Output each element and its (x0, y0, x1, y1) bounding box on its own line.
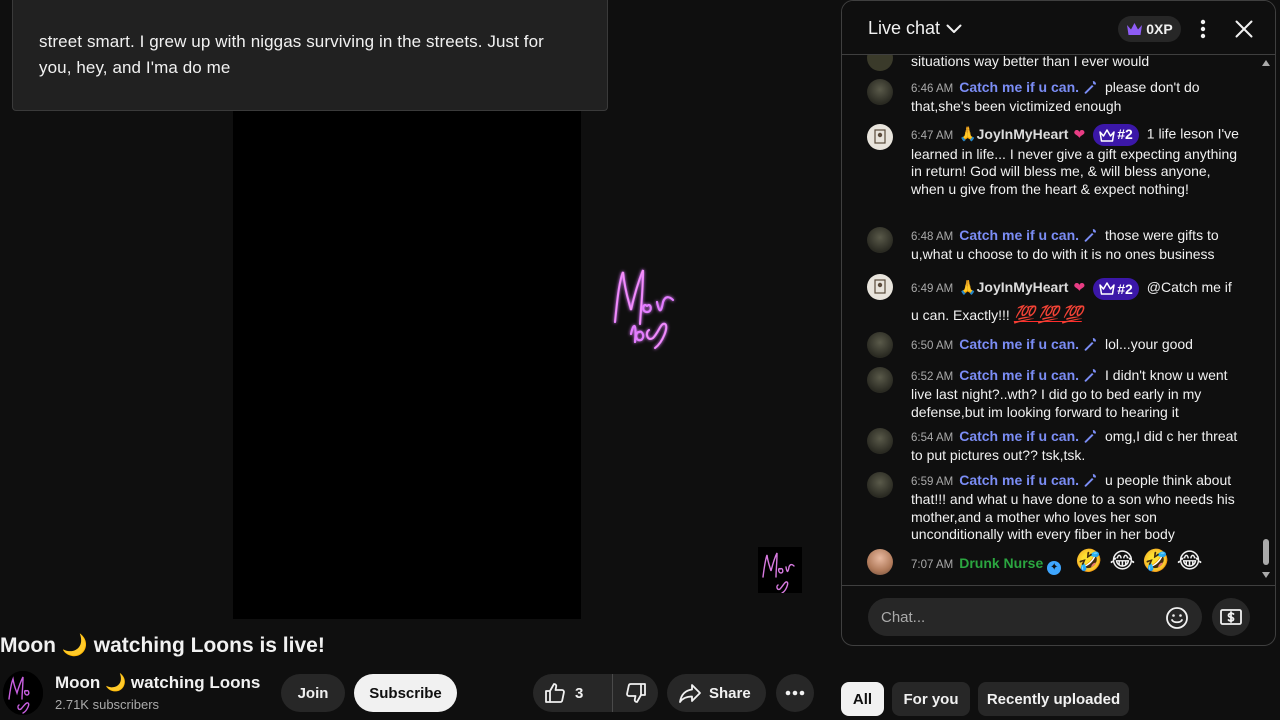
chat-avatar (867, 55, 893, 71)
crown-icon (1099, 128, 1115, 142)
chat-author[interactable]: JoyInMyHeart (977, 279, 1069, 295)
chat-avatar[interactable] (867, 367, 893, 393)
chat-timestamp: 6:52 AM (911, 371, 954, 383)
chat-message-text: situations way better than I ever would (911, 55, 1150, 69)
emoji-button[interactable] (1163, 604, 1191, 632)
moderator-wrench-icon (1084, 429, 1097, 443)
rank-badge: #2 (1093, 277, 1139, 300)
moderator-wrench-icon (1084, 473, 1097, 487)
caption-window: street smart. I grew up with niggas surv… (12, 0, 608, 111)
chat-mode-selector[interactable]: Live chat (868, 18, 962, 39)
chip-recently-uploaded[interactable]: Recently uploaded (978, 682, 1129, 716)
channel-avatar[interactable] (3, 671, 43, 715)
chat-avatar[interactable] (867, 79, 893, 105)
channel-name[interactable]: Moon 🌙 watching Loons (55, 673, 260, 693)
chat-timestamp: 7:07 AM (911, 559, 954, 571)
moderator-wrench-icon (1084, 228, 1097, 242)
live-chat-panel: situations way better than I ever would … (841, 0, 1276, 646)
crown-icon (1099, 282, 1115, 295)
subscriber-count: 2.71K subscribers (55, 697, 160, 712)
more-horizontal-icon (785, 690, 805, 696)
moderator-wrench-icon (1084, 337, 1097, 351)
more-vertical-icon (1200, 19, 1206, 39)
thumbs-down-icon (625, 683, 646, 703)
subscribe-button[interactable]: Subscribe (354, 674, 457, 712)
like-count: 3 (575, 684, 584, 702)
video-title: Moon 🌙 watching Loons is live! (0, 634, 325, 657)
chat-author[interactable]: Drunk Nurse (959, 555, 1043, 571)
chat-author[interactable]: JoyInMyHeart (977, 126, 1069, 142)
chat-timestamp: 6:46 AM (911, 83, 954, 95)
chat-menu-button[interactable] (1192, 16, 1214, 42)
scroll-up-arrow-icon[interactable] (1261, 59, 1271, 67)
moon-logo-icon (613, 269, 675, 350)
chat-avatar[interactable] (867, 472, 893, 498)
chat-avatar[interactable] (867, 332, 893, 358)
chat-scrollbar[interactable] (1260, 55, 1272, 585)
chip-all[interactable]: All (841, 682, 884, 716)
rank-badge: #2 (1093, 124, 1139, 146)
smiley-face-icon (1166, 607, 1188, 629)
close-icon (1235, 20, 1253, 38)
chat-author[interactable]: Catch me if u can. (959, 79, 1079, 95)
chat-avatar[interactable] (867, 124, 893, 150)
super-chat-button[interactable] (1212, 598, 1250, 636)
channel-watermark-icon[interactable] (758, 547, 802, 593)
chevron-down-icon (946, 24, 962, 33)
share-button[interactable]: Share (667, 674, 766, 712)
praying-hands-icon: 🙏 (959, 125, 977, 142)
crown-icon (1127, 23, 1143, 35)
moderator-wrench-icon (1084, 368, 1097, 382)
like-button[interactable]: 3 (533, 674, 613, 712)
video-player[interactable]: street smart. I grew up with niggas surv… (0, 0, 828, 620)
member-badge-icon: ✦ (1047, 561, 1062, 575)
chat-input-area (842, 585, 1275, 645)
chat-timestamp: 6:47 AM (911, 129, 954, 142)
xp-badge[interactable]: 0XP (1118, 16, 1181, 42)
chat-timestamp: 6:50 AM (911, 340, 954, 352)
chat-message-text: lol...your good (1105, 336, 1193, 352)
chat-timestamp: 6:59 AM (911, 476, 954, 488)
dollar-card-icon (1220, 609, 1242, 625)
chat-author[interactable]: Catch me if u can. (959, 367, 1079, 383)
chat-timestamp: 6:54 AM (911, 432, 954, 444)
chat-author[interactable]: Catch me if u can. (959, 227, 1079, 243)
chat-author[interactable]: Catch me if u can. (959, 336, 1079, 352)
dislike-button[interactable] (613, 674, 658, 712)
chat-header: Live chat 0XP (842, 1, 1275, 55)
chat-avatar[interactable] (867, 549, 893, 575)
scrollbar-thumb[interactable] (1263, 539, 1269, 565)
more-actions-button[interactable] (776, 674, 814, 712)
praying-hands-icon: 🙏 (959, 279, 977, 295)
chat-avatar[interactable] (867, 428, 893, 454)
chat-timestamp: 6:49 AM (911, 283, 954, 295)
chat-author[interactable]: Catch me if u can. (959, 472, 1079, 488)
chat-timestamp: 6:48 AM (911, 231, 954, 243)
chat-avatar[interactable] (867, 274, 893, 300)
thumbs-up-icon (545, 683, 565, 703)
chat-avatar[interactable] (867, 227, 893, 253)
caption-text: street smart. I grew up with niggas surv… (39, 32, 544, 77)
chat-close-button[interactable] (1230, 15, 1258, 43)
xp-value: 0XP (1146, 21, 1173, 37)
chat-title: Live chat (868, 18, 941, 38)
heart-icon: ❤ (1073, 125, 1086, 142)
hundred-points-emoji: 💯 💯 💯 (1013, 305, 1083, 324)
chat-message-list[interactable]: situations way better than I ever would … (842, 55, 1275, 585)
chat-message-text: 🤣 😂 🤣 😂 (1075, 549, 1203, 574)
moderator-wrench-icon (1084, 80, 1097, 94)
like-dislike-group: 3 (533, 674, 658, 712)
chat-author[interactable]: Catch me if u can. (959, 428, 1079, 444)
chip-for-you[interactable]: For you (892, 682, 970, 716)
share-arrow-icon (679, 684, 701, 703)
chat-input[interactable] (868, 598, 1202, 636)
scroll-down-arrow-icon[interactable] (1261, 571, 1271, 579)
share-label: Share (709, 684, 751, 702)
heart-icon: ❤ (1073, 279, 1086, 295)
join-button[interactable]: Join (281, 674, 345, 712)
